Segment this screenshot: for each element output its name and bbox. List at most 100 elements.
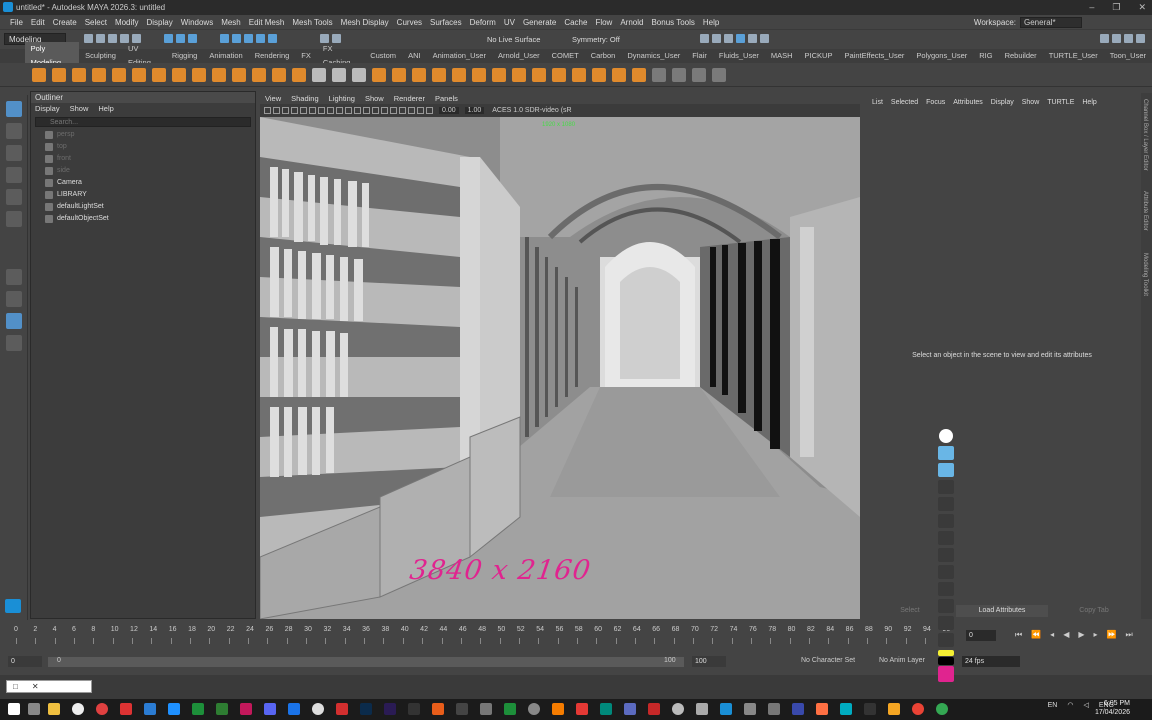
grid-icon[interactable]	[312, 67, 326, 82]
image-plane-icon[interactable]	[282, 107, 289, 114]
reduce-icon[interactable]	[452, 67, 466, 82]
poly-sphere-icon[interactable]	[52, 67, 66, 82]
app-icon-10[interactable]	[528, 703, 540, 715]
maps-icon[interactable]	[72, 703, 84, 715]
menu-cache[interactable]: Cache	[564, 15, 587, 30]
maya-taskbar-icon[interactable]	[720, 703, 732, 715]
menu-edit[interactable]: Edit	[31, 15, 45, 30]
shelf-tab-polygons-user[interactable]: Polygons_User	[910, 49, 973, 63]
current-frame-field[interactable]: 0	[966, 630, 996, 641]
menu-curves[interactable]: Curves	[397, 15, 422, 30]
brush-size-icon[interactable]	[938, 548, 954, 562]
select-tool-icon[interactable]	[5, 101, 22, 117]
extrude-icon[interactable]	[512, 67, 526, 82]
poly-cylinder-icon[interactable]	[72, 67, 86, 82]
shelf-tab-dynamics-user[interactable]: Dynamics_User	[621, 49, 686, 63]
select-object-icon[interactable]	[176, 34, 185, 43]
app-icon-14[interactable]	[624, 703, 636, 715]
attr-menu-display[interactable]: Display	[991, 99, 1014, 106]
render-frame-icon[interactable]	[700, 34, 709, 43]
app-icon-20[interactable]	[792, 703, 804, 715]
load-attributes-button[interactable]: Load Attributes	[956, 605, 1048, 617]
shelf-tab-mash[interactable]: MASH	[765, 49, 799, 63]
copy-tab-button[interactable]: Copy Tab	[1048, 605, 1140, 617]
mirror-icon[interactable]	[332, 67, 346, 82]
color-pink-swatch[interactable]	[938, 666, 954, 682]
menu-generate[interactable]: Generate	[523, 15, 556, 30]
attr-menu-help[interactable]: Help	[1082, 99, 1096, 106]
poly-helix-icon[interactable]	[192, 67, 206, 82]
workspace-dropdown[interactable]: General*	[1020, 17, 1082, 28]
app-icon-8[interactable]	[480, 703, 492, 715]
boolean-union-icon[interactable]	[372, 67, 386, 82]
menu-uv[interactable]: UV	[504, 15, 515, 30]
step-forward-frame-icon[interactable]: ▸	[1094, 630, 1098, 640]
app-icon-15[interactable]	[648, 703, 660, 715]
shelf-tab-rendering[interactable]: Rendering	[249, 49, 296, 63]
textured-icon[interactable]	[363, 107, 370, 114]
app-icon-11[interactable]	[552, 703, 564, 715]
snap-view-icon[interactable]	[256, 34, 265, 43]
shelf-tab-sculpting[interactable]: Sculpting	[79, 49, 122, 63]
viewport-menu-shading[interactable]: Shading	[291, 93, 319, 104]
smooth-shade-icon[interactable]	[354, 107, 361, 114]
app-icon-19[interactable]	[768, 703, 780, 715]
step-forward-key-icon[interactable]: ⏩	[1107, 630, 1117, 640]
resolution-gate-icon[interactable]	[309, 107, 316, 114]
app-icon-23[interactable]	[864, 703, 876, 715]
shelf-tab-arnold-user[interactable]: Arnold_User	[492, 49, 546, 63]
single-view-icon[interactable]	[5, 269, 22, 285]
menu-flow[interactable]: Flow	[595, 15, 612, 30]
zotero-icon[interactable]	[120, 703, 132, 715]
bookmark-icon[interactable]	[273, 107, 280, 114]
outliner-menu-show[interactable]: Show	[70, 103, 89, 115]
app-icon-7[interactable]	[456, 703, 468, 715]
paint-select-icon[interactable]	[5, 145, 22, 161]
settings-icon[interactable]	[168, 703, 180, 715]
append-icon[interactable]	[572, 67, 586, 82]
close-button[interactable]: ✕	[1138, 0, 1146, 14]
shelf-tab-ani[interactable]: ANI	[402, 49, 427, 63]
new-scene-icon[interactable]	[84, 34, 93, 43]
app-icon-3[interactable]	[288, 703, 300, 715]
play-forwards-icon[interactable]: ▶	[1078, 630, 1084, 640]
app-icon-9[interactable]	[504, 703, 516, 715]
target-weld-icon[interactable]	[672, 67, 686, 82]
app-icon-21[interactable]	[816, 703, 828, 715]
pen-tool-icon[interactable]	[939, 429, 953, 443]
outliner-item[interactable]: defaultObjectSet	[31, 213, 255, 225]
tool-settings-icon[interactable]	[1124, 34, 1133, 43]
color-black-swatch[interactable]	[938, 657, 954, 665]
scale-tool-icon[interactable]	[5, 211, 22, 227]
poly-disc-icon[interactable]	[152, 67, 166, 82]
task-view-icon[interactable]	[28, 703, 40, 715]
bridge-icon[interactable]	[552, 67, 566, 82]
quad-draw-icon[interactable]	[712, 67, 726, 82]
app-icon-26[interactable]	[936, 703, 948, 715]
combine-icon[interactable]	[232, 67, 246, 82]
attribute-editor-icon[interactable]	[1112, 34, 1121, 43]
pencil-icon[interactable]	[938, 497, 954, 511]
app-icon-25[interactable]	[912, 703, 924, 715]
menu-surfaces[interactable]: Surfaces	[430, 15, 462, 30]
file-explorer-icon[interactable]	[48, 703, 60, 715]
field-chart-icon[interactable]	[327, 107, 334, 114]
shelf-tab-rigging[interactable]: Rigging	[166, 49, 203, 63]
poly-plane-icon[interactable]	[112, 67, 126, 82]
outliner-item[interactable]: top	[31, 141, 255, 153]
fps-dropdown[interactable]: 24 fps	[962, 656, 1020, 667]
app-icon-6[interactable]	[432, 703, 444, 715]
whiteboard-icon[interactable]	[938, 599, 954, 613]
range-start-field[interactable]: 0	[8, 656, 42, 667]
workspace-selector[interactable]: Workspace: General*	[974, 17, 1082, 28]
clipboard-icon[interactable]	[938, 633, 954, 647]
hypershade-icon[interactable]	[736, 34, 745, 43]
menu-mesh[interactable]: Mesh	[221, 15, 241, 30]
menu-windows[interactable]: Windows	[181, 15, 213, 30]
dof-icon[interactable]	[408, 107, 415, 114]
arnold-render-icon[interactable]	[760, 34, 769, 43]
connect-icon[interactable]	[692, 67, 706, 82]
shelf-tab-rig[interactable]: RIG	[973, 49, 998, 63]
chrome-icon[interactable]	[96, 703, 108, 715]
poly-cube-icon[interactable]	[32, 67, 46, 82]
